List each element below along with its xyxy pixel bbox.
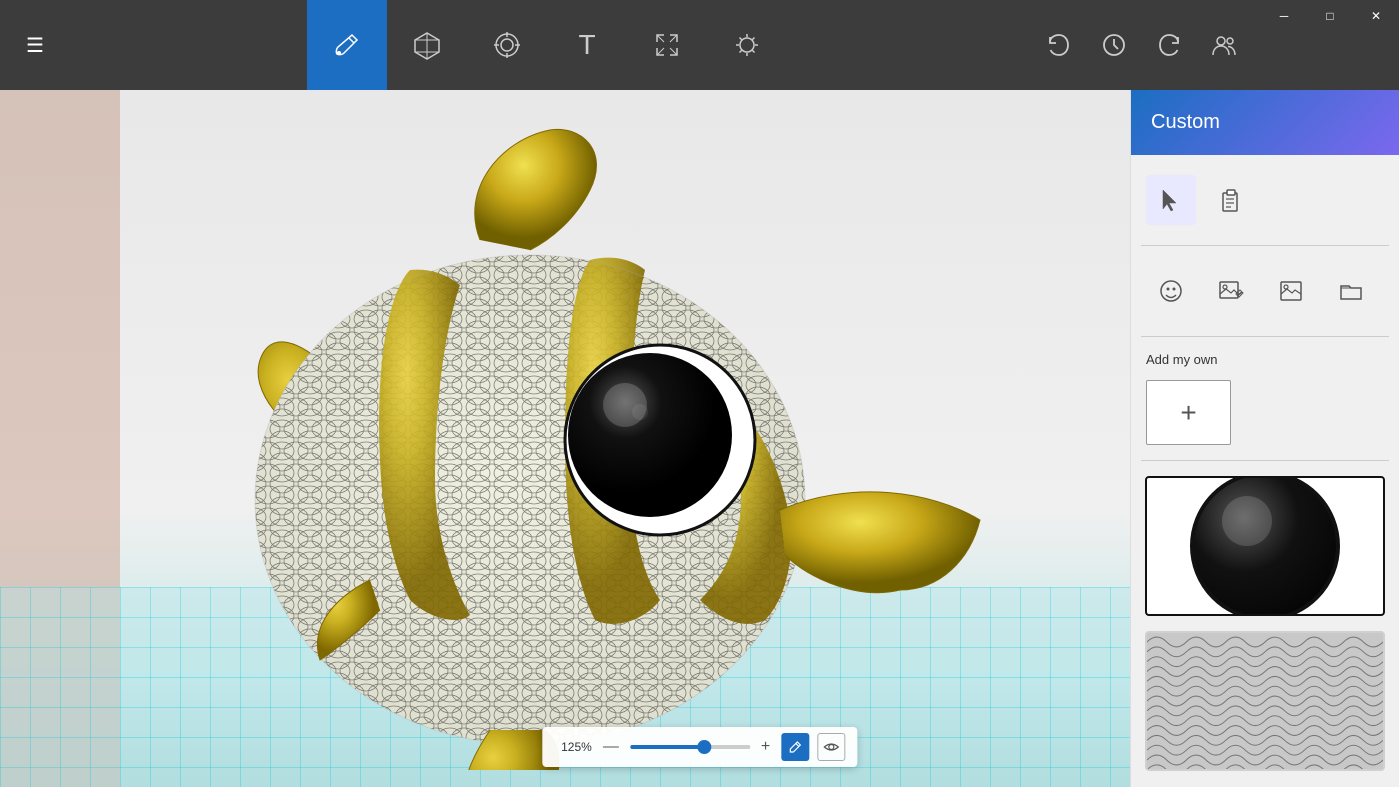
divider-2 (1141, 336, 1389, 337)
resize-tool-button[interactable] (627, 0, 707, 90)
maximize-button[interactable]: □ (1307, 0, 1353, 32)
zoom-thumb[interactable] (697, 740, 711, 754)
scales-texture-preview (1147, 631, 1383, 771)
canvas-area: Custom (0, 90, 1399, 787)
folder-icon (1338, 278, 1364, 304)
image-icon (1278, 278, 1304, 304)
divider-1 (1141, 245, 1389, 246)
eye-icon (823, 741, 839, 753)
add-texture-button[interactable]: + (1146, 380, 1231, 445)
add-own-label: Add my own (1141, 347, 1389, 375)
selection-icon (492, 30, 522, 60)
sticker-button[interactable] (1146, 266, 1196, 316)
tool-group: T (60, 0, 1034, 90)
panel-icon-row-2 (1141, 256, 1389, 326)
zoom-track[interactable] (630, 745, 750, 749)
undo-button[interactable] (1034, 15, 1084, 75)
text-tool-button[interactable]: T (547, 0, 627, 90)
scales-texture-item[interactable] (1145, 631, 1385, 771)
zoom-eye-button[interactable] (817, 733, 845, 761)
right-panel: Custom (1130, 90, 1399, 787)
zoom-plus-button[interactable]: + (758, 738, 773, 756)
title-bar: ─ □ ✕ (1261, 0, 1399, 32)
image-button[interactable] (1266, 266, 1316, 316)
minimize-button[interactable]: ─ (1261, 0, 1307, 32)
zoom-edit-button[interactable] (781, 733, 809, 761)
pencil-icon (788, 740, 802, 754)
fish-3d-model[interactable] (100, 110, 1000, 787)
action-group (1034, 15, 1249, 75)
panel-content: Add my own + (1131, 155, 1399, 787)
zoom-value: 125% (554, 740, 592, 754)
people-button[interactable] (1199, 15, 1249, 75)
brush-tool-button[interactable] (307, 0, 387, 90)
3d-objects-tool-button[interactable] (387, 0, 467, 90)
fish-svg (100, 110, 1000, 770)
scene-background (0, 90, 1130, 787)
undo-icon (1046, 32, 1072, 58)
menu-button[interactable]: ☰ (10, 0, 60, 90)
paste-icon (1218, 187, 1244, 213)
text-icon: T (578, 29, 595, 61)
selection-tool-button[interactable] (467, 0, 547, 90)
redo-icon (1156, 32, 1182, 58)
cursor-icon (1158, 187, 1184, 213)
folder-button[interactable] (1326, 266, 1376, 316)
eye-texture-item[interactable] (1145, 476, 1385, 616)
effects-tool-button[interactable] (707, 0, 787, 90)
divider-3 (1141, 460, 1389, 461)
zoom-bar: 125% — + (542, 727, 857, 767)
zoom-track-fill (630, 745, 704, 749)
hamburger-icon: ☰ (26, 33, 44, 58)
paste-tool-button[interactable] (1206, 175, 1256, 225)
history-button[interactable] (1089, 15, 1139, 75)
sticker-icon (1158, 278, 1184, 304)
people-icon (1211, 32, 1237, 58)
close-button[interactable]: ✕ (1353, 0, 1399, 32)
panel-title: Custom (1151, 111, 1220, 134)
toolbar: ☰ (0, 0, 1399, 90)
resize-icon (652, 30, 682, 60)
panel-header: Custom (1131, 90, 1399, 155)
image-edit-icon (1218, 278, 1244, 304)
history-icon (1101, 32, 1127, 58)
eye-texture-preview (1190, 476, 1340, 616)
panel-icon-row-1 (1141, 165, 1389, 235)
zoom-minus-button[interactable]: — (600, 738, 622, 756)
cursor-tool-button[interactable] (1146, 175, 1196, 225)
redo-button[interactable] (1144, 15, 1194, 75)
brush-icon (332, 30, 362, 60)
image-edit-button[interactable] (1206, 266, 1256, 316)
3d-icon (412, 30, 442, 60)
add-icon: + (1180, 397, 1196, 429)
effects-icon (732, 30, 762, 60)
